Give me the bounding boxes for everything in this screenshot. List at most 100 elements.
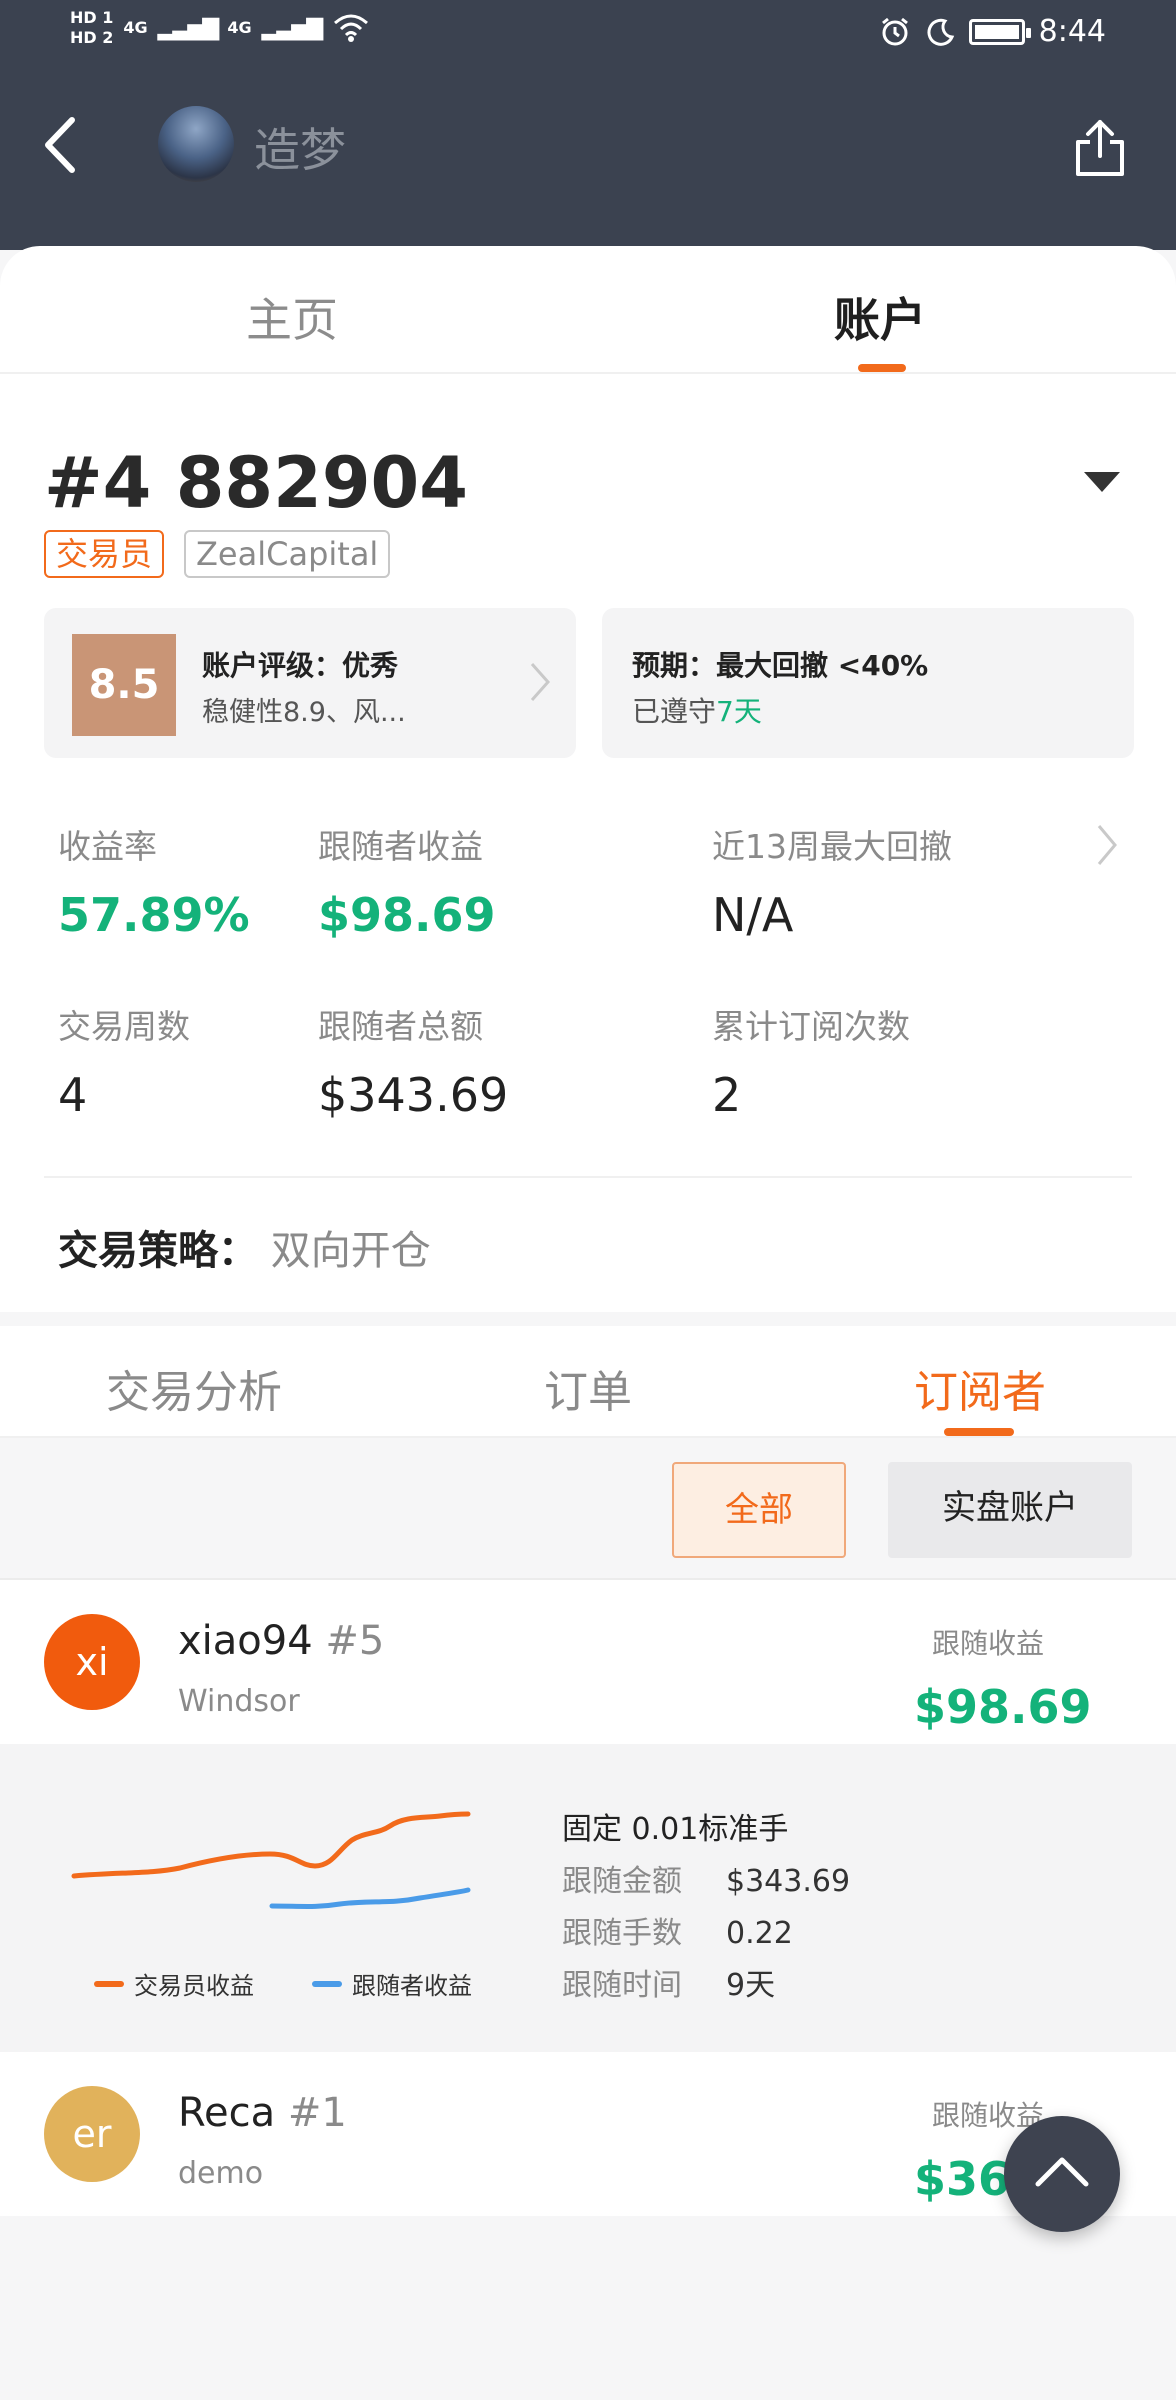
legend-swatch: [312, 1980, 342, 1987]
follow-time-label: 跟随时间: [562, 1968, 682, 2003]
tab-account[interactable]: 账户: [834, 284, 926, 350]
tab-trade-analysis[interactable]: 交易分析: [106, 1356, 282, 1420]
status-left: HD 1 HD 2 4G ▂▃▅▇ 4G ▂▃▅▇: [70, 8, 371, 48]
subscriber-rank: #1: [287, 2090, 347, 2136]
alarm-icon: [881, 17, 908, 45]
tab-subscribers[interactable]: 订阅者: [914, 1356, 1046, 1420]
account-dropdown-icon[interactable]: [1084, 472, 1120, 492]
subscriber-username: Reca: [178, 2090, 276, 2136]
chevron-up-icon: [1035, 2157, 1089, 2187]
clock-time: 8:44: [1038, 14, 1106, 49]
follow-amount-row: 跟随金额 $343.69: [562, 1856, 850, 1900]
app-header: 造梦: [0, 70, 1176, 250]
stat-value: 2: [712, 1068, 742, 1122]
follower-profit-line: [269, 1887, 471, 1909]
legend-label: 交易员收益: [134, 1972, 254, 2000]
back-chevron-icon[interactable]: [38, 112, 88, 178]
network2-label: 4G: [227, 18, 252, 37]
legend-follower: 跟随者收益: [312, 1966, 472, 2001]
subscriber-row[interactable]: xi xiao94 #5 Windsor 跟随收益 $98.69: [0, 1580, 1176, 1744]
top-tabs: 主页 账户: [0, 246, 1176, 374]
subscriber-username: xiao94: [178, 1618, 313, 1664]
sub-tabs: 交易分析 订单 订阅者: [0, 1326, 1176, 1438]
legend-trader: 交易员收益: [94, 1966, 254, 2001]
earning-value: $98.69: [914, 1680, 1092, 1734]
stat-drawdown[interactable]: 近13周最大回撤 N/A: [712, 820, 952, 942]
stat-label: 近13周最大回撤: [712, 827, 952, 866]
stat-value: $343.69: [318, 1068, 509, 1122]
stat-value: 57.89%: [58, 888, 250, 942]
subscriber-rank: #5: [325, 1618, 385, 1664]
stat-label: 交易周数: [58, 1007, 190, 1046]
share-icon[interactable]: [1072, 118, 1128, 178]
subscriber-name: xiao94 #5: [178, 1618, 384, 1664]
chevron-right-icon[interactable]: [1094, 822, 1120, 868]
filter-all-button[interactable]: 全部: [672, 1462, 846, 1558]
subtab-active-indicator: [944, 1428, 1014, 1436]
subscriber-name: Reca #1: [178, 2090, 347, 2136]
follow-amount-value: $343.69: [726, 1864, 851, 1899]
follow-time-value: 9天: [726, 1968, 776, 2003]
signal1-icon: ▂▃▅▇: [157, 15, 220, 41]
follow-mode: 固定 0.01标准手: [562, 1812, 789, 1847]
moon-icon: [927, 18, 954, 46]
expectation-title: 预期：最大回撤 <40%: [632, 649, 929, 682]
tab-orders[interactable]: 订单: [544, 1356, 632, 1420]
filter-row: 全部 实盘账户: [0, 1438, 1176, 1580]
kept-days: 7天: [716, 695, 762, 728]
signal2-icon: ▂▃▅▇: [261, 15, 324, 41]
rating-title: 账户评级：优秀: [202, 649, 399, 682]
trader-name-title: 造梦: [254, 123, 346, 177]
stat-label: 累计订阅次数: [712, 1007, 910, 1046]
expectation-card: 预期：最大回撤 <40% 已遵守7天: [602, 608, 1134, 758]
avatar: er: [44, 2086, 140, 2182]
stat-follower-profit: 跟随者收益 $98.69: [318, 820, 496, 942]
rating-subtitle: 稳健性8.9、风...: [202, 697, 406, 728]
earning-label: 跟随收益: [932, 1627, 1045, 1660]
stat-return: 收益率 57.89%: [58, 820, 250, 942]
stat-label: 收益率: [58, 827, 157, 866]
divider: [44, 1176, 1132, 1178]
stat-value: 4: [58, 1068, 88, 1122]
hd2-label: HD 2: [70, 28, 114, 47]
wifi-icon: [334, 14, 369, 42]
strategy-value: 双向开仓: [270, 1228, 431, 1274]
strategy-key: 交易策略：: [58, 1228, 258, 1274]
follow-lots-row: 跟随手数 0.22: [562, 1908, 793, 1952]
chevron-right-icon: [530, 663, 551, 701]
network1-label: 4G: [123, 18, 148, 37]
role-tag: 交易员: [44, 530, 165, 578]
subscriber-account: demo: [178, 2156, 264, 2191]
subscriber-account: Windsor: [178, 1684, 300, 1719]
follow-lots-label: 跟随手数: [562, 1916, 682, 1951]
company-tag: ZealCapital: [184, 530, 391, 578]
filter-real-account-button[interactable]: 实盘账户: [888, 1462, 1132, 1558]
hd1-label: HD 1: [70, 8, 114, 27]
stat-label: 跟随者收益: [318, 827, 483, 866]
profit-mini-chart: [71, 1811, 471, 1909]
follow-time-row: 跟随时间 9天: [562, 1960, 775, 2004]
stat-weeks: 交易周数 4: [58, 1000, 190, 1122]
follow-amount-label: 跟随金额: [562, 1864, 682, 1899]
trader-avatar[interactable]: [158, 106, 234, 182]
rating-score: 8.5: [72, 634, 176, 736]
hd-indicators: HD 1 HD 2: [70, 8, 113, 48]
subscriber-row[interactable]: er Reca #1 demo 跟随收益 $36.58: [0, 2052, 1176, 2216]
account-number: #4 882904: [44, 442, 468, 524]
tab-home[interactable]: 主页: [246, 284, 338, 350]
legend-label: 跟随者收益: [352, 1972, 472, 2000]
trader-profit-line: [71, 1811, 471, 1879]
stat-subscriptions: 累计订阅次数 2: [712, 1000, 910, 1122]
scroll-top-button[interactable]: [1004, 2116, 1120, 2232]
stat-value: N/A: [712, 888, 794, 942]
account-card: 主页 账户 #4 882904 交易员 ZealCapital 8.5 账户评级…: [0, 246, 1176, 1312]
stat-value: $98.69: [318, 888, 496, 942]
subscriber-detail: 交易员收益 跟随者收益 固定 0.01标准手 跟随金额 $343.69 跟随手数 0…: [0, 1744, 1176, 2052]
kept-prefix: 已遵守: [632, 695, 717, 728]
follow-lots-value: 0.22: [726, 1916, 793, 1951]
rating-card[interactable]: 8.5 账户评级：优秀 稳健性8.9、风...: [44, 608, 576, 758]
expectation-kept: 已遵守7天: [632, 690, 762, 730]
legend-swatch: [94, 1980, 124, 1987]
tab-active-indicator: [858, 364, 906, 372]
status-right: 8:44: [879, 14, 1106, 49]
